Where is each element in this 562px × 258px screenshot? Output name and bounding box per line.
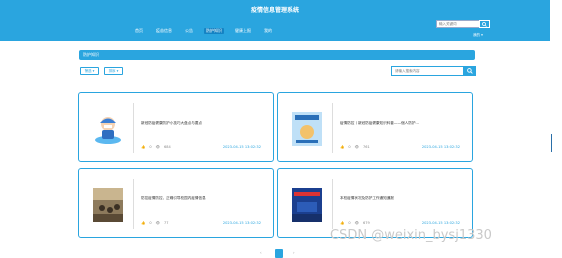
article-date: 2023-04-15 13:02:32 — [421, 221, 460, 225]
view-icon: 👁 — [155, 221, 161, 225]
article-card[interactable]: 疫情防控丨新冠防疫健康知识科普——個人防护... 👍 0 👁 761 2023-04… — [277, 92, 473, 162]
content-search-input[interactable]: 请输入搜索内容 — [391, 66, 464, 76]
article-thumbnail — [292, 188, 322, 222]
article-date: 2023-04-15 13:02:32 — [222, 145, 261, 149]
view-icon: 👁 — [155, 145, 161, 149]
filter-dropdown[interactable]: 筛选 ▾ — [80, 67, 99, 75]
article-title[interactable]: 本校疫情状况及防护工作通知通报 — [340, 196, 470, 201]
article-stats: 👍 0 👁 679 — [340, 221, 370, 225]
article-thumbnail — [93, 112, 123, 146]
like-icon: 👍 — [141, 221, 146, 225]
like-count: 0 — [348, 145, 351, 149]
top-navigation-bar: 疫情信息管理系统 首页 疫苗信息 公告 防护知识 健康上报 我的 输入关键词 我… — [0, 0, 550, 41]
nav-health-report[interactable]: 健康上报 — [233, 28, 253, 34]
user-menu[interactable]: 我的 ▾ — [473, 33, 483, 38]
main-nav: 首页 疫苗信息 公告 防护知识 健康上报 我的 — [133, 28, 274, 34]
divider — [332, 179, 333, 229]
nav-vaccine[interactable]: 疫苗信息 — [154, 28, 174, 34]
article-title[interactable]: 新冠防疫健康防护小技巧大盘点与要点 — [141, 121, 271, 126]
article-stats: 👍 0 👁 761 — [340, 145, 370, 149]
view-count: 761 — [363, 145, 370, 149]
view-count: 679 — [363, 221, 370, 225]
pagination-next[interactable]: › — [293, 250, 295, 255]
page: 疫情信息管理系统 首页 疫苗信息 公告 防护知识 健康上报 我的 输入关键词 我… — [0, 0, 562, 258]
view-count: 77 — [164, 221, 169, 225]
like-count: 0 — [348, 221, 351, 225]
view-count: 684 — [164, 145, 171, 149]
article-date: 2023-04-15 13:02:32 — [421, 145, 460, 149]
search-icon — [466, 68, 473, 74]
nav-my[interactable]: 我的 — [262, 28, 274, 34]
header-search-button[interactable] — [479, 20, 490, 28]
view-icon: 👁 — [354, 145, 360, 149]
like-count: 0 — [149, 221, 152, 225]
nav-announcement[interactable]: 公告 — [183, 28, 195, 34]
article-title[interactable]: 疫情防控丨新冠防疫健康知识科普——個人防护... — [340, 121, 470, 126]
nav-home[interactable]: 首页 — [133, 28, 145, 34]
scrollbar-indicator[interactable] — [551, 134, 552, 152]
nav-protection-knowledge[interactable]: 防护知识 — [204, 28, 224, 34]
breadcrumb-label: 防护知识 — [83, 52, 99, 57]
article-date: 2023-04-15 13:02:32 — [222, 221, 261, 225]
watermark: CSDN @weixin_bysj1330 — [330, 228, 492, 243]
search-icon — [482, 21, 487, 27]
article-thumbnail — [292, 112, 322, 146]
like-count: 0 — [149, 145, 152, 149]
pagination-prev[interactable]: ‹ — [260, 250, 262, 255]
content-search-button[interactable] — [463, 66, 476, 76]
article-stats: 👍 0 👁 684 — [141, 145, 171, 149]
breadcrumb: 防护知识 — [79, 50, 475, 60]
sort-dropdown[interactable]: 排序 ▾ — [104, 67, 123, 75]
like-icon: 👍 — [340, 221, 345, 225]
divider — [332, 103, 333, 153]
divider — [133, 103, 134, 153]
article-thumbnail — [93, 188, 123, 222]
pagination-current[interactable] — [275, 249, 283, 258]
article-stats: 👍 0 👁 77 — [141, 221, 169, 225]
like-icon: 👍 — [340, 145, 345, 149]
article-card[interactable]: 新冠防疫健康防护小技巧大盘点与要点 👍 0 👁 684 2023-04-15 13:… — [78, 92, 274, 162]
like-icon: 👍 — [141, 145, 146, 149]
site-title: 疫情信息管理系统 — [250, 7, 299, 14]
article-title[interactable]: 防控疫情防控，正确引导校园内疫情信息 — [141, 196, 271, 201]
view-icon: 👁 — [354, 221, 360, 225]
divider — [133, 179, 134, 229]
article-card[interactable]: 防控疫情防控，正确引导校园内疫情信息 👍 0 👁 77 2023-04-15 13:… — [78, 168, 274, 238]
